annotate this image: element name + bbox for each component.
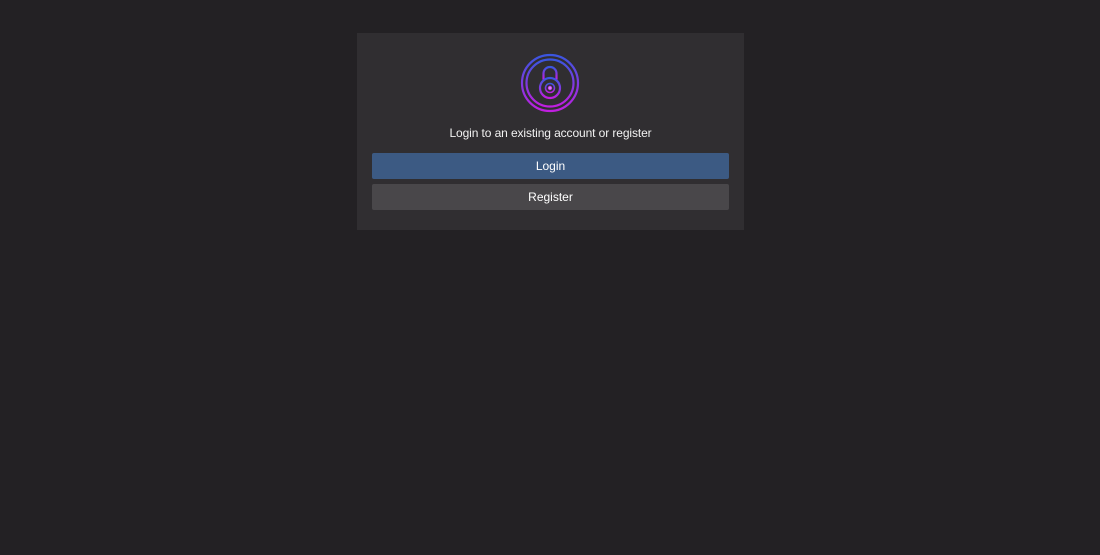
- login-button[interactable]: Login: [372, 153, 729, 179]
- register-button[interactable]: Register: [372, 184, 729, 210]
- login-card: Login to an existing account or register…: [357, 33, 744, 230]
- padlock-icon: [520, 53, 580, 113]
- padlock-icon-graphic: [520, 53, 580, 113]
- login-prompt-text: Login to an existing account or register: [449, 126, 652, 140]
